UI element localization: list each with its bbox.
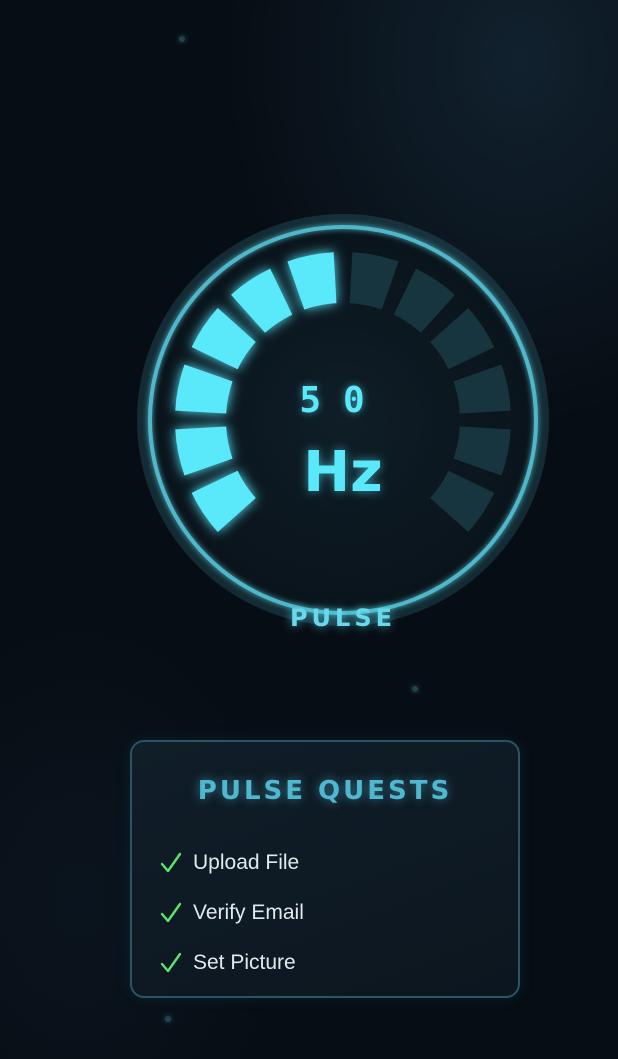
gauge-value: 50 — [299, 380, 387, 421]
quest-item-label: Set Picture — [193, 951, 296, 974]
pulse-gauge — [137, 214, 549, 626]
quest-item: Set Picture — [160, 938, 304, 988]
gauge-label: PULSE — [289, 604, 397, 632]
quest-item: Upload File — [160, 838, 304, 888]
check-icon — [160, 902, 182, 923]
quest-item-label: Verify Email — [193, 901, 304, 924]
gauge-unit: Hz — [303, 440, 383, 505]
background-particle — [165, 1016, 171, 1022]
check-icon — [160, 852, 182, 873]
check-icon — [160, 952, 182, 973]
quest-panel: PULSE QUESTS Upload File Verify Email Se… — [130, 740, 520, 998]
pulse-screen: 50 Hz PULSE PULSE QUESTS Upload File Ver… — [0, 0, 618, 1059]
quest-item: Verify Email — [160, 888, 304, 938]
quest-list: Upload File Verify Email Set Picture — [160, 838, 304, 988]
quest-item-label: Upload File — [193, 851, 300, 874]
quest-panel-title: PULSE QUESTS — [197, 776, 453, 806]
